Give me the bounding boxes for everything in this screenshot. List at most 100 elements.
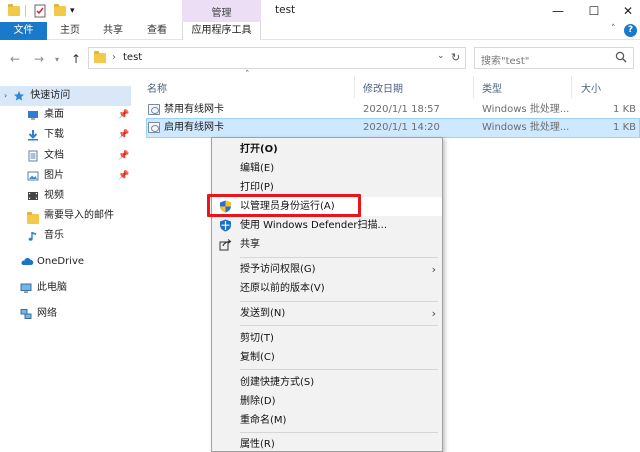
properties-icon[interactable] [33,3,47,19]
menu-item-defender-scan[interactable]: 使用 Windows Defender扫描... [212,216,442,235]
close-button[interactable]: ✕ [620,3,636,19]
tab-file[interactable]: 文件 [0,22,47,40]
column-header-modified[interactable]: 修改日期 [363,80,403,95]
sidebar-item-videos[interactable]: 视频 [0,186,64,206]
file-type: Windows 批处理... [482,104,570,115]
download-icon [27,129,39,141]
file-size: 1 KB [613,104,636,115]
quick-access-dropdown-icon[interactable]: ▾ [70,3,75,19]
column-divider[interactable] [354,76,355,98]
sidebar-item-label: 网络 [37,308,57,319]
menu-separator [240,325,438,326]
search-icon[interactable] [615,51,627,66]
computer-icon [20,282,32,294]
menu-item-send-to[interactable]: 发送到(N) › [212,304,442,323]
sidebar-item-label: 视频 [44,190,64,201]
sidebar-item-label: 文档 [44,150,64,161]
folder-icon [94,51,106,66]
submenu-arrow-icon: › [431,263,436,276]
column-header-type[interactable]: 类型 [482,80,502,95]
file-type: Windows 批处理... [482,122,570,133]
collapse-ribbon-icon[interactable]: ˄ [611,24,616,34]
expand-chevron-icon[interactable]: › [4,86,7,106]
sidebar-item-label: 桌面 [44,109,64,120]
address-history-dropdown-icon[interactable]: ⌄ [437,51,445,61]
menu-item-restore-previous-versions[interactable]: 还原以前的版本(V) [212,279,442,298]
help-icon[interactable]: ? [624,24,637,37]
menu-item-delete[interactable]: 删除(D) [212,392,442,411]
tab-application-tools[interactable]: 应用程序工具 [182,22,261,40]
menu-item-rename[interactable]: 重命名(M) [212,411,442,430]
sidebar-item-downloads[interactable]: 下载 [0,125,64,145]
pin-icon[interactable]: 📌 [118,171,129,181]
table-row[interactable]: 禁用有线网卡 2020/1/1 18:57 Windows 批处理... 1 K… [146,100,640,120]
path-separator[interactable]: › [112,52,116,63]
search-input[interactable]: 搜索"test" [481,52,529,67]
window-title: test [275,4,296,16]
sidebar-item-desktop[interactable]: 桌面 [0,105,64,125]
sidebar-item-network[interactable]: 网络 [0,304,57,324]
new-folder-icon[interactable] [54,3,66,19]
sidebar-item-label: 此电脑 [37,282,67,293]
file-modified: 2020/1/1 18:57 [363,104,440,115]
file-name: 禁用有线网卡 [164,104,224,115]
sidebar-item-quick-access[interactable]: › 快速访问 [0,86,131,106]
sidebar-item-pictures[interactable]: 图片 [0,166,64,186]
document-icon [27,150,39,162]
forward-arrow-icon[interactable]: → [34,52,44,66]
file-modified: 2020/1/1 14:20 [363,122,440,133]
tab-view[interactable]: 查看 [139,22,175,40]
menu-item-properties[interactable]: 属性(R) [212,435,442,452]
address-bar[interactable]: › test ⌄ ↻ [88,47,466,69]
sidebar-item-mail-folder[interactable]: 需要导入的邮件 [0,206,114,226]
sidebar-item-label: 需要导入的邮件 [44,210,114,221]
file-size: 1 KB [613,122,636,133]
sidebar-item-label: 快速访问 [30,90,71,101]
defender-icon [219,219,232,232]
navigation-pane: › 快速访问 桌面 📌 下载 📌 文档 📌 图片 📌 视频 需要导入的邮件 音乐… [0,76,134,452]
folder-icon [27,210,39,224]
column-header-size[interactable]: 大小 [581,80,601,95]
path-segment[interactable]: test [123,52,142,63]
cloud-icon [20,256,34,268]
sidebar-item-label: 图片 [44,170,64,181]
pin-icon[interactable]: 📌 [118,130,129,140]
menu-separator [240,369,438,370]
sidebar-item-this-pc[interactable]: 此电脑 [0,278,67,298]
picture-icon [27,170,39,182]
maximize-button[interactable]: ☐ [586,3,602,19]
minimize-button[interactable]: — [550,3,566,19]
up-arrow-icon[interactable]: ↑ [71,52,81,66]
menu-item-edit[interactable]: 编辑(E) [212,159,442,178]
ribbon-tab-bar: 文件 主页 共享 查看 应用程序工具 ˄ ? [0,22,640,40]
sidebar-item-onedrive[interactable]: OneDrive [0,252,84,272]
table-row-selected[interactable]: 启用有线网卡 2020/1/1 14:20 Windows 批处理... 1 K… [146,118,640,138]
menu-item-cut[interactable]: 剪切(T) [212,329,442,348]
share-icon [219,238,232,251]
search-box[interactable]: 搜索"test" [474,47,634,69]
refresh-icon[interactable]: ↻ [451,51,460,64]
back-arrow-icon[interactable]: ← [10,52,20,66]
menu-item-share[interactable]: 共享 [212,235,442,254]
menu-item-grant-access[interactable]: 授予访问权限(G) › [212,260,442,279]
title-bar: ▾ 管理 test — ☐ ✕ [0,0,640,40]
menu-item-copy[interactable]: 复制(C) [212,348,442,367]
batch-file-icon [148,104,160,115]
sidebar-item-music[interactable]: 音乐 [0,226,64,246]
sidebar-item-documents[interactable]: 文档 [0,146,64,166]
tab-share[interactable]: 共享 [95,22,131,40]
column-divider[interactable] [571,76,572,98]
pin-icon[interactable]: 📌 [118,110,129,120]
star-icon [13,90,25,102]
video-icon [27,190,39,202]
contextual-tab-group-label: 管理 [211,8,232,19]
menu-separator [240,301,438,302]
menu-item-open[interactable]: 打开(O) [212,140,442,159]
pin-icon[interactable]: 📌 [118,151,129,161]
column-divider[interactable] [473,76,474,98]
tab-home[interactable]: 主页 [52,22,88,40]
menu-item-create-shortcut[interactable]: 创建快捷方式(S) [212,373,442,392]
network-icon [20,308,32,320]
column-header-name[interactable]: 名称 [147,80,167,95]
recent-locations-icon[interactable]: ▾ [55,55,59,64]
